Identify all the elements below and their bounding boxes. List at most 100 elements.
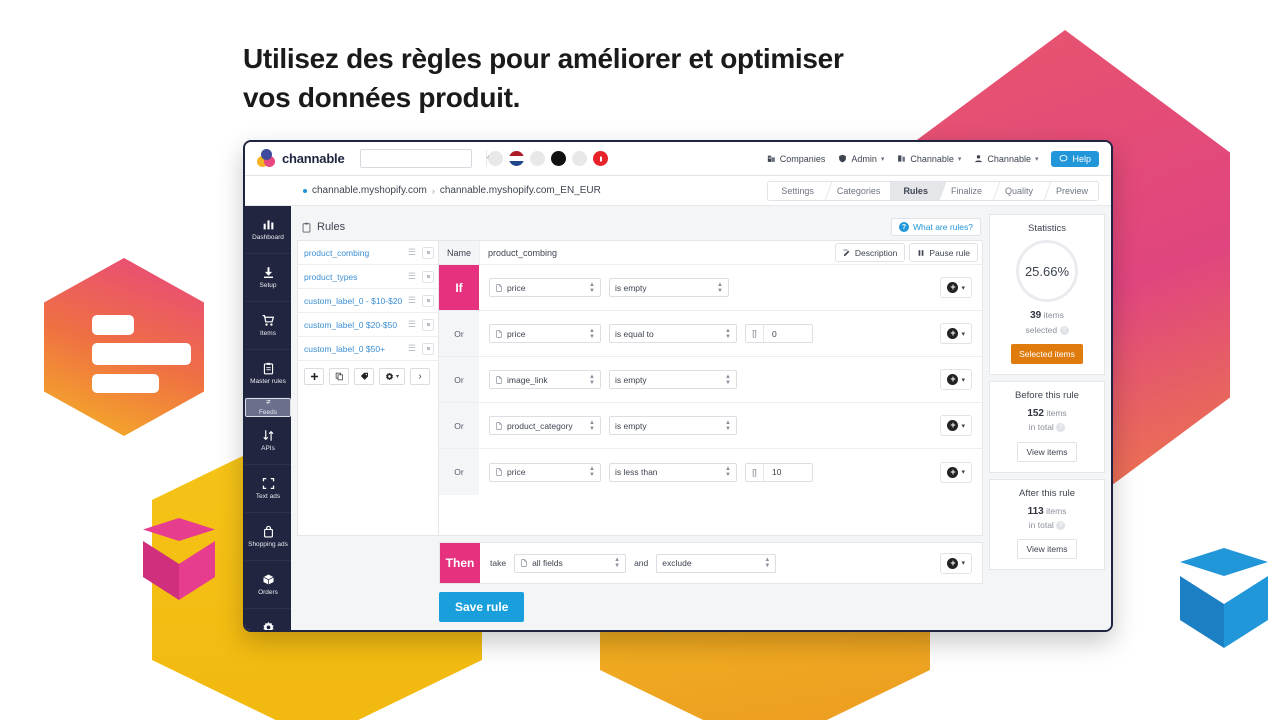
chevron-updown-icon: ▲ ▼ bbox=[725, 327, 731, 340]
step-settings[interactable]: Settings bbox=[768, 181, 824, 200]
rule-menu-icon[interactable] bbox=[422, 246, 434, 259]
nav-company-switcher[interactable]: Channable ▾ bbox=[897, 154, 961, 164]
operator-select[interactable]: is empty ▲ ▼ bbox=[609, 416, 737, 435]
breadcrumb-project[interactable]: channable.myshopify.com bbox=[312, 185, 427, 196]
list-item[interactable]: product_types ☰ bbox=[298, 265, 438, 289]
field-select[interactable]: price ▲ ▼ bbox=[489, 278, 601, 297]
app-brand[interactable]: channable bbox=[253, 149, 354, 168]
operator-select[interactable]: is less than ▲ ▼ bbox=[609, 462, 737, 482]
sidebar-item-text-ads[interactable]: Text ads bbox=[245, 465, 291, 513]
drag-handle-icon[interactable]: ☰ bbox=[408, 295, 416, 306]
action-field-select[interactable]: all fields ▲ ▼ bbox=[514, 553, 627, 573]
step-categories[interactable]: Categories bbox=[823, 181, 891, 200]
rule-name[interactable]: custom_label_0 - $10-$20 bbox=[304, 296, 404, 306]
nav-user-menu[interactable]: Channable ▾ bbox=[974, 154, 1038, 164]
grey-dot-icon[interactable] bbox=[487, 151, 503, 166]
action-operation-select[interactable]: exclude ▲ ▼ bbox=[656, 553, 777, 573]
gear-icon bbox=[262, 621, 274, 630]
red-record-icon[interactable] bbox=[592, 151, 608, 166]
list-item[interactable]: custom_label_0 $20-$50 ☰ bbox=[298, 313, 438, 337]
channable-logo-icon bbox=[257, 149, 276, 168]
value-input[interactable]: 0 bbox=[764, 325, 812, 342]
drag-handle-icon[interactable]: ☰ bbox=[408, 319, 416, 330]
field-select[interactable]: price ▲ ▼ bbox=[489, 462, 601, 482]
grey-dot-icon[interactable] bbox=[571, 151, 587, 166]
list-item[interactable]: product_combing ☰ bbox=[298, 241, 438, 265]
value-input-group[interactable]: [] 0 bbox=[745, 324, 813, 343]
search-bar[interactable] bbox=[359, 149, 496, 168]
add-condition-button[interactable]: + ▾ bbox=[940, 323, 972, 344]
search-input[interactable] bbox=[360, 153, 486, 164]
add-rule-button[interactable] bbox=[304, 368, 324, 385]
netherlands-flag-icon[interactable] bbox=[508, 151, 524, 166]
help-button[interactable]: Help bbox=[1051, 150, 1099, 167]
step-quality[interactable]: Quality bbox=[991, 181, 1043, 200]
add-action-button[interactable]: + ▾ bbox=[940, 552, 972, 574]
add-condition-button[interactable]: + ▾ bbox=[940, 415, 972, 436]
list-item[interactable]: custom_label_0 $50+ ☰ bbox=[298, 337, 438, 361]
nav-admin[interactable]: Admin ▾ bbox=[838, 154, 884, 164]
list-item[interactable]: custom_label_0 - $10-$20 ☰ bbox=[298, 289, 438, 313]
after-state: in total bbox=[1028, 520, 1054, 531]
if-tag: If bbox=[439, 265, 479, 310]
expand-rule-list-button[interactable]: › bbox=[410, 368, 430, 385]
value-input[interactable]: 10 bbox=[764, 464, 812, 481]
info-icon[interactable]: ? bbox=[1056, 521, 1066, 531]
sidebar-item-shopping-ads[interactable]: Shopping ads bbox=[245, 513, 291, 561]
breadcrumb[interactable]: channable.myshopify.com › channable.mysh… bbox=[303, 185, 601, 196]
value-input-group[interactable]: [] 10 bbox=[745, 462, 813, 482]
rule-menu-icon[interactable] bbox=[422, 270, 434, 283]
nav-companies[interactable]: Companies bbox=[767, 154, 825, 164]
black-dot-icon[interactable] bbox=[550, 151, 566, 166]
before-view-items-button[interactable]: View items bbox=[1016, 441, 1078, 462]
step-preview[interactable]: Preview bbox=[1042, 181, 1098, 200]
rule-menu-icon[interactable] bbox=[422, 294, 434, 307]
rule-settings-button[interactable]: ▾ bbox=[379, 368, 405, 385]
field-select[interactable]: price ▲ ▼ bbox=[489, 324, 601, 343]
pause-rule-button[interactable]: Pause rule bbox=[909, 243, 978, 262]
breadcrumb-feed[interactable]: channable.myshopify.com_EN_EUR bbox=[440, 185, 601, 196]
rule-name[interactable]: custom_label_0 $20-$50 bbox=[304, 320, 404, 330]
after-view-items-button[interactable]: View items bbox=[1016, 539, 1078, 560]
sidebar-item-dashboard[interactable]: Dashboard bbox=[245, 206, 291, 254]
rule-name-input[interactable]: product_combing bbox=[480, 241, 835, 264]
field-select[interactable]: product_category ▲ ▼ bbox=[489, 416, 601, 435]
drag-handle-icon[interactable]: ☰ bbox=[408, 343, 416, 354]
rule-menu-icon[interactable] bbox=[422, 342, 434, 355]
rule-name[interactable]: custom_label_0 $50+ bbox=[304, 344, 404, 354]
grey-dot-icon[interactable] bbox=[529, 151, 545, 166]
selected-count: 39 bbox=[1030, 310, 1042, 321]
rule-name[interactable]: product_combing bbox=[304, 248, 404, 258]
operator-select[interactable]: is empty ▲ ▼ bbox=[609, 278, 729, 297]
sidebar-item-settings[interactable]: Settings bbox=[245, 609, 291, 630]
sidebar-item-master-rules[interactable]: Master rules bbox=[245, 350, 291, 398]
field-select[interactable]: image_link ▲ ▼ bbox=[489, 370, 601, 389]
sidebar-item-apis[interactable]: APIs bbox=[245, 417, 291, 465]
rule-name[interactable]: product_types bbox=[304, 272, 404, 282]
sidebar-item-feeds[interactable]: Feeds bbox=[245, 398, 291, 417]
sidebar-item-orders[interactable]: Orders bbox=[245, 561, 291, 609]
step-finalize[interactable]: Finalize bbox=[937, 181, 992, 200]
after-rule-title: After this rule bbox=[1019, 487, 1075, 499]
description-label: Description bbox=[854, 247, 898, 258]
add-condition-button[interactable]: + ▾ bbox=[940, 461, 972, 483]
operator-select[interactable]: is equal to ▲ ▼ bbox=[609, 324, 737, 343]
what-are-rules-button[interactable]: ? What are rules? bbox=[891, 218, 981, 236]
condition-row-or: Or price ▲ ▼ is equal to ▲ ▼ [] 0 + ▾ bbox=[439, 311, 982, 357]
rule-menu-icon[interactable] bbox=[422, 318, 434, 331]
description-button[interactable]: Description bbox=[834, 243, 906, 262]
tag-rule-button[interactable] bbox=[354, 368, 374, 385]
save-rule-button[interactable]: Save rule bbox=[439, 592, 525, 622]
duplicate-rule-button[interactable] bbox=[329, 368, 349, 385]
info-icon[interactable]: ? bbox=[1059, 325, 1069, 335]
drag-handle-icon[interactable]: ☰ bbox=[408, 247, 416, 258]
sidebar-item-setup[interactable]: Setup bbox=[245, 254, 291, 302]
step-rules[interactable]: Rules bbox=[890, 181, 938, 200]
sidebar-item-items[interactable]: Items bbox=[245, 302, 291, 350]
add-condition-button[interactable]: + ▾ bbox=[940, 369, 972, 390]
drag-handle-icon[interactable]: ☰ bbox=[408, 271, 416, 282]
add-condition-button[interactable]: + ▾ bbox=[940, 277, 972, 298]
info-icon[interactable]: ? bbox=[1056, 423, 1066, 433]
operator-select[interactable]: is empty ▲ ▼ bbox=[609, 370, 737, 389]
selected-items-button[interactable]: Selected items bbox=[1011, 343, 1083, 364]
